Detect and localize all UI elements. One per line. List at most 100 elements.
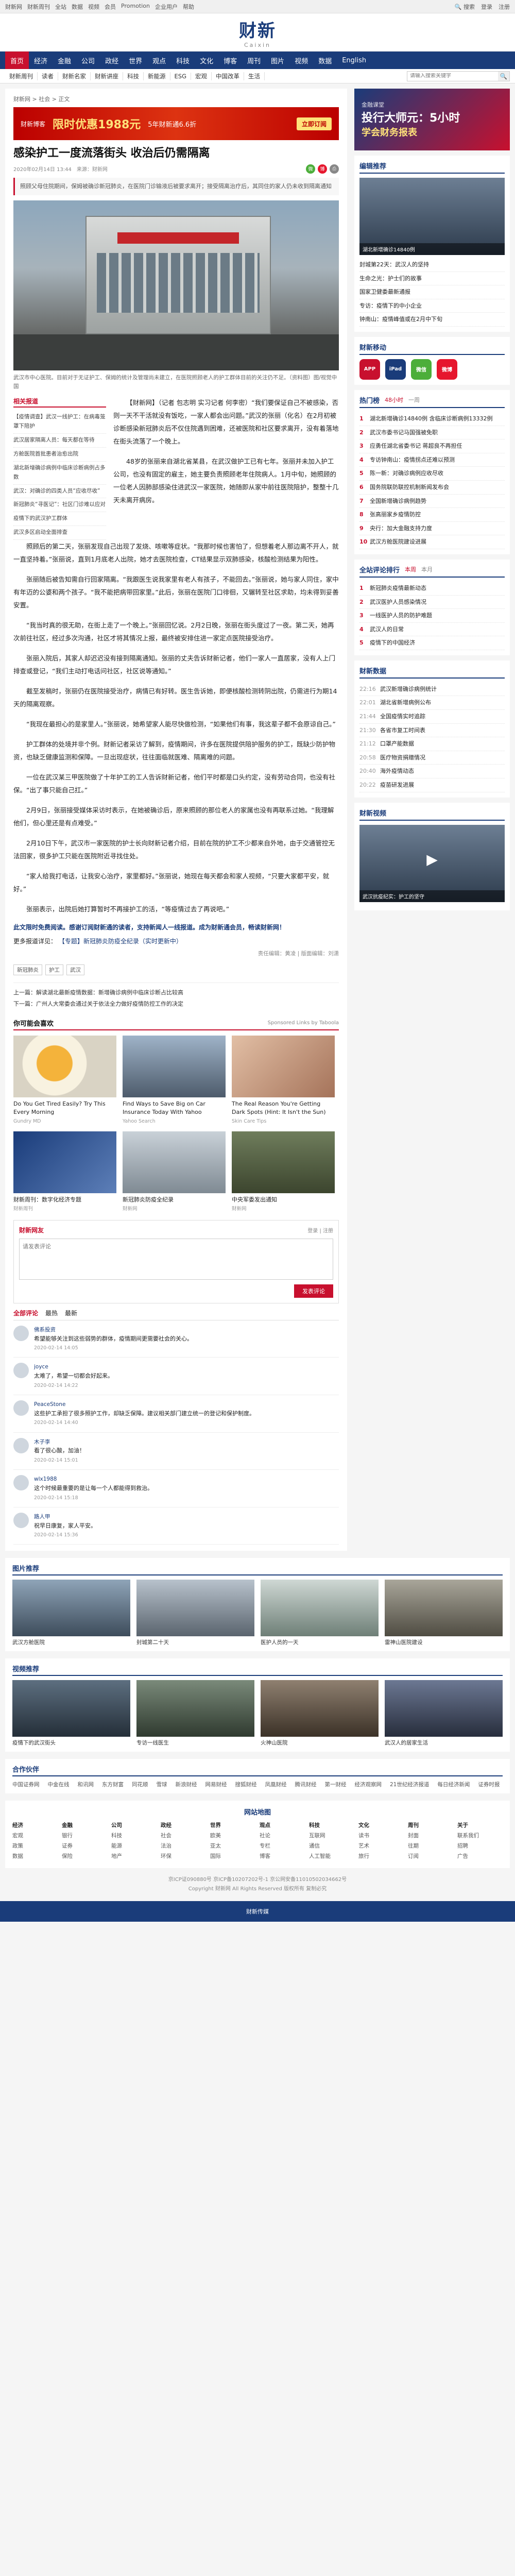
video-item[interactable]: 疫情下的武汉街头 [12, 1680, 130, 1747]
subnav-item[interactable]: 财新周刊 [5, 72, 38, 80]
nav-item[interactable]: 图片 [266, 52, 289, 69]
pick-item[interactable]: 国家卫健委最新通报 [359, 285, 505, 299]
partner-link[interactable]: 网易财经 [205, 1781, 227, 1788]
register-link[interactable]: 注册 [499, 3, 510, 11]
subnav-item[interactable]: 宏观 [191, 72, 212, 80]
subscription-notice[interactable]: 此文限时免费阅读。感谢订阅财新通的读者，支持新闻人一线报道。成为财新通会员，畅读… [13, 923, 339, 931]
nav-item[interactable]: 公司 [76, 52, 100, 69]
breadcrumb[interactable]: 财新网 > 社会 > 正文 [13, 95, 339, 103]
photo-item[interactable]: 武汉方舱医院 [12, 1580, 130, 1646]
avatar[interactable] [13, 1400, 29, 1416]
nav-item[interactable]: 世界 [124, 52, 147, 69]
news-item[interactable]: 20:22 疫苗研发进展 [359, 778, 505, 792]
ipad-icon[interactable]: iPad [385, 359, 406, 380]
video-item[interactable]: 专访一线医生 [136, 1680, 254, 1747]
related-link[interactable]: 湖北新增确诊病例中临床诊断病例占多数 [13, 462, 106, 485]
ad-banner[interactable]: 财新博客 限时优惠1988元 5年财新通6.6折 立即订阅 [13, 107, 339, 140]
wechat-icon[interactable]: 微信 [411, 359, 432, 380]
news-item[interactable]: 21:44 全国疫情实时追踪 [359, 710, 505, 724]
tab-new-comments[interactable]: 最新 [65, 1309, 77, 1317]
avatar[interactable] [13, 1512, 29, 1528]
hot-item[interactable]: 2 武汉市委书记马国强被免职 [359, 426, 505, 440]
pick-item[interactable]: 专访：疫情下的中小企业 [359, 299, 505, 313]
top-link[interactable]: 企业用户 [155, 3, 178, 11]
nav-item[interactable]: 政经 [100, 52, 124, 69]
subnav-item[interactable]: 科技 [123, 72, 144, 80]
avatar[interactable] [13, 1475, 29, 1491]
partner-link[interactable]: 同花顺 [132, 1781, 148, 1788]
picks-image[interactable]: 湖北新增确诊14840例 [359, 178, 505, 255]
weibo-icon[interactable]: 微博 [437, 359, 457, 380]
related-link[interactable]: 武汉：对确诊的四类人员“应收尽收” [13, 485, 106, 499]
weibo-icon[interactable]: 博 [318, 164, 327, 174]
nav-item[interactable]: 数据 [313, 52, 337, 69]
related-link[interactable]: 方舱医院首批患者治愈出院 [13, 448, 106, 462]
rank-item[interactable]: 3 一线医护人员的防护难题 [359, 609, 505, 623]
tag[interactable]: 护工 [45, 964, 63, 975]
avatar[interactable] [13, 1363, 29, 1379]
subnav-item[interactable]: 财新讲座 [91, 72, 123, 80]
top-link[interactable]: Promotion [121, 3, 150, 11]
pick-item[interactable]: 封城第22天：武汉人的坚持 [359, 258, 505, 272]
nav-item[interactable]: 视频 [289, 52, 313, 69]
submit-comment-button[interactable]: 发表评论 [294, 1284, 333, 1298]
recommend-card[interactable]: 财新周刊：数字化经济专题 财新周刊 [13, 1131, 116, 1213]
top-link[interactable]: 财新周刊 [27, 3, 50, 11]
tab-this-month[interactable]: 本月 [421, 565, 433, 573]
comment-input[interactable] [19, 1238, 333, 1280]
hot-item[interactable]: 5 陈一新：对确诊病例应收尽收 [359, 467, 505, 481]
top-link[interactable]: 帮助 [183, 3, 194, 11]
hot-item[interactable]: 8 张高丽家乡疫情防控 [359, 508, 505, 522]
ad-cta-button[interactable]: 立即订阅 [296, 117, 332, 130]
recommend-card[interactable]: Find Ways to Save Big on Car Insurance T… [123, 1035, 226, 1125]
news-item[interactable]: 22:01 湖北省新增病例公布 [359, 696, 505, 710]
comment-login-link[interactable]: 登录 | 注册 [307, 1226, 333, 1234]
rank-item[interactable]: 5 疫情下的中国经济 [359, 636, 505, 650]
partner-link[interactable]: 每日经济新闻 [437, 1781, 470, 1788]
related-link[interactable]: 疫情下的武汉护工群体 [13, 512, 106, 527]
partner-link[interactable]: 新浪财经 [176, 1781, 197, 1788]
hot-item[interactable]: 1 湖北新增确诊14840例 含临床诊断病例13332例 [359, 412, 505, 426]
related-link[interactable]: 武汉居家隔离人员：每天都在等待 [13, 434, 106, 448]
top-link[interactable]: 视频 [88, 3, 99, 11]
pick-item[interactable]: 钟南山：疫情峰值或在2月中下旬 [359, 313, 505, 327]
news-item[interactable]: 22:16 武汉新增确诊病例统计 [359, 683, 505, 697]
hot-item[interactable]: 9 央行：加大金融支持力度 [359, 522, 505, 536]
nav-item-home[interactable]: 首页 [5, 52, 29, 69]
video-item[interactable]: 武汉人的居家生活 [385, 1680, 503, 1747]
nav-item[interactable]: 观点 [147, 52, 171, 69]
rank-item[interactable]: 2 武汉医护人员感染情况 [359, 596, 505, 609]
nav-item-english[interactable]: English [337, 52, 371, 69]
recommend-card[interactable]: The Real Reason You're Getting Dark Spot… [232, 1035, 335, 1125]
rank-item[interactable]: 4 武汉人的日常 [359, 623, 505, 637]
subnav-item[interactable]: 新能源 [144, 72, 170, 80]
tab-hot-comments[interactable]: 最热 [45, 1309, 58, 1317]
wechat-icon[interactable]: 微 [306, 164, 315, 174]
recommend-card[interactable]: 中央军委发出通知 财新网 [232, 1131, 335, 1213]
partner-link[interactable]: 第一财经 [325, 1781, 347, 1788]
top-link[interactable]: 财新网 [5, 3, 22, 11]
nav-item[interactable]: 科技 [171, 52, 195, 69]
related-link[interactable]: 【疫情调查】武汉一线护工：在病毒笼罩下陪护 [13, 411, 106, 434]
app-icon[interactable]: APP [359, 359, 380, 380]
hot-item[interactable]: 10 武汉方舱医院建设进展 [359, 535, 505, 549]
avatar[interactable] [13, 1325, 29, 1341]
search-button[interactable]: 🔍 [498, 71, 509, 81]
partner-link[interactable]: 经济观察网 [355, 1781, 382, 1788]
next-article-link[interactable]: 下一篇：广州人大常委会通过关于依法全力做好疫情防控工作的决定 [13, 998, 339, 1010]
related-link[interactable]: 新冠肺炎“寻医记”：社区门诊难以应对 [13, 498, 106, 513]
video-item[interactable]: 火神山医院 [261, 1680, 379, 1747]
topic-link[interactable]: 【专题】新冠肺炎防疫全纪录（实时更新中） [59, 938, 182, 945]
related-link[interactable]: 武汉多区启动全面排查 [13, 526, 106, 540]
subnav-item[interactable]: 生活 [244, 72, 265, 80]
subnav-item[interactable]: ESG [170, 72, 191, 80]
news-item[interactable]: 21:30 各省市复工时间表 [359, 724, 505, 738]
hot-item[interactable]: 6 国务院联防联控机制新闻发布会 [359, 481, 505, 495]
photo-item[interactable]: 医护人员的一天 [261, 1580, 379, 1646]
nav-item[interactable]: 金融 [53, 52, 76, 69]
recommend-card[interactable]: Do You Get Tired Easily? Try This Every … [13, 1035, 116, 1125]
tab-all-comments[interactable]: 全部评论 [13, 1309, 38, 1317]
partner-link[interactable]: 中国证券网 [12, 1781, 40, 1788]
news-item[interactable]: 20:58 医疗物资捐赠情况 [359, 751, 505, 765]
tab-this-week[interactable]: 本周 [405, 565, 416, 573]
